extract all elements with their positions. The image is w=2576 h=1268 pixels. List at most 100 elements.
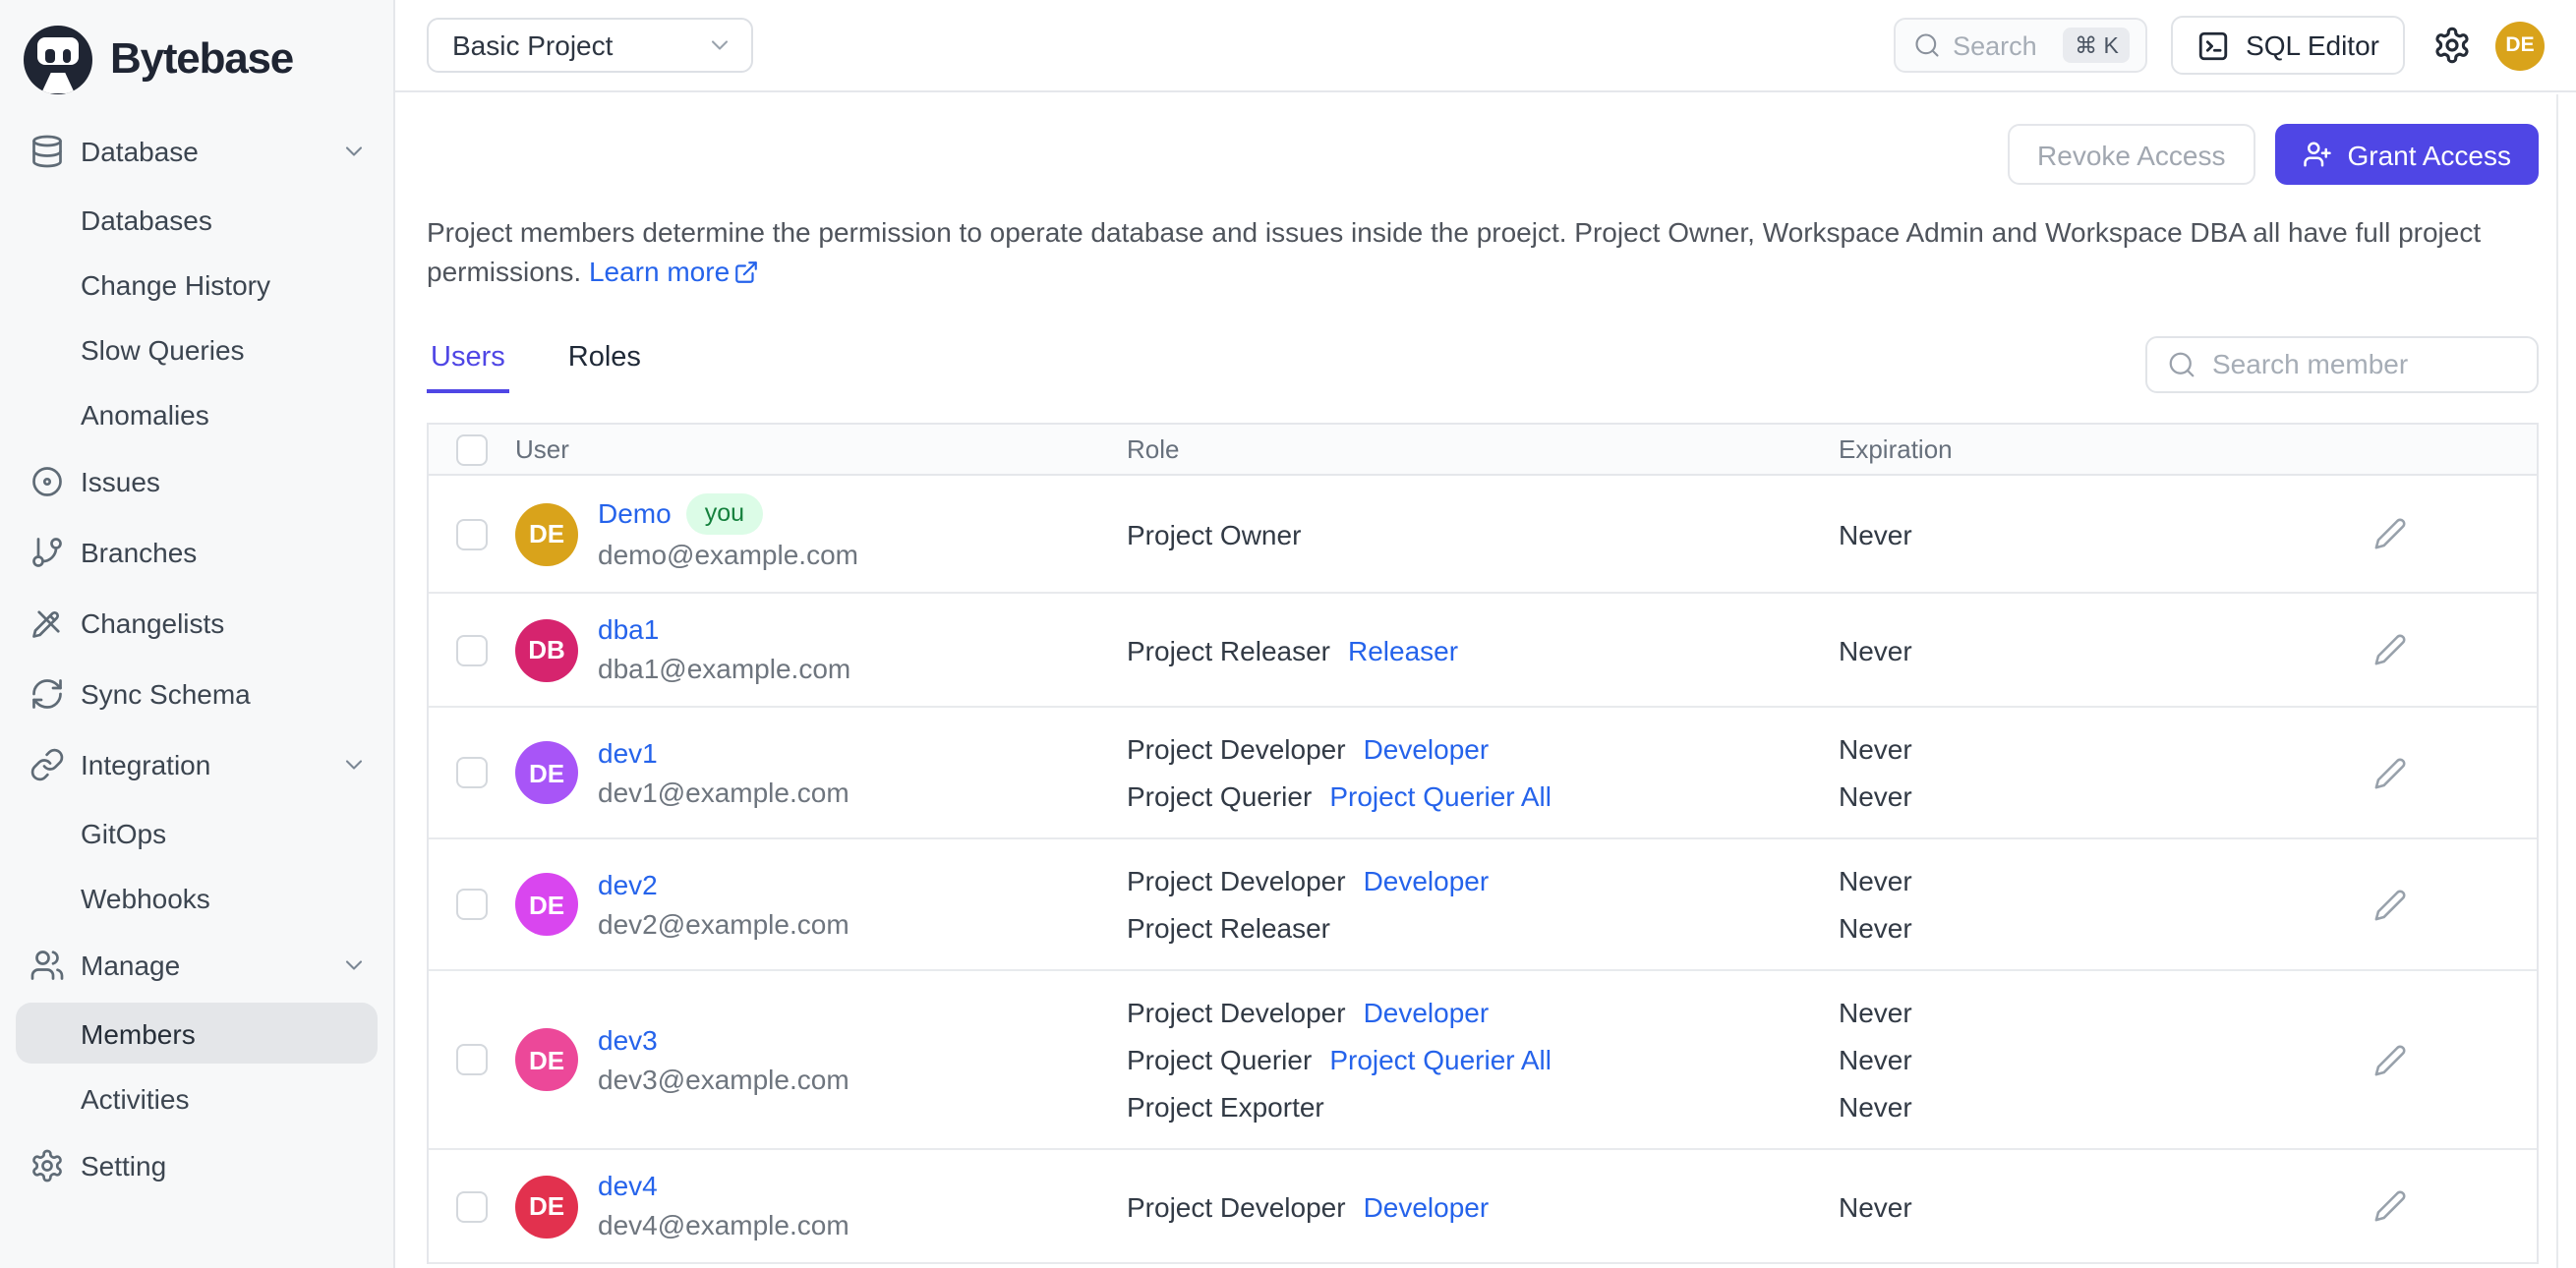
expiration-value: Never: [1839, 1044, 1912, 1075]
user-name-link[interactable]: dev4: [598, 1168, 658, 1205]
sidebar-item-changelists[interactable]: Changelists: [0, 590, 393, 657]
sidebar-item-slow-queries[interactable]: Slow Queries: [0, 318, 393, 379]
expiration-value: Never: [1839, 997, 1912, 1028]
role-cell: Project Releaser Releaser: [1127, 626, 1839, 673]
edit-pencil-icon[interactable]: [2373, 1189, 2407, 1223]
column-header-role: Role: [1127, 434, 1180, 464]
user-email: dev4@example.com: [598, 1209, 849, 1240]
sidebar-item-integration[interactable]: Integration: [0, 731, 393, 798]
sidebar-item-members[interactable]: Members: [16, 1003, 378, 1064]
role-line: Project Querier Project Querier All: [1127, 773, 1839, 820]
scrollbar-track[interactable]: [2556, 94, 2558, 1268]
role-binding-link[interactable]: Releaser: [1348, 634, 1458, 665]
user-name-link[interactable]: dba1: [598, 611, 659, 649]
sidebar-item-activities[interactable]: Activities: [0, 1067, 393, 1128]
user-plus-icon: [2302, 140, 2331, 169]
user-cell: DE dev2 dev2@example.com: [515, 866, 1127, 943]
learn-more-link[interactable]: Learn more: [589, 256, 759, 287]
revoke-access-button[interactable]: Revoke Access: [2008, 124, 2255, 185]
avatar: DE: [515, 741, 578, 804]
database-icon: [29, 134, 65, 169]
row-checkbox[interactable]: [456, 518, 488, 549]
sidebar-item-sync-schema[interactable]: Sync Schema: [0, 661, 393, 727]
role-name: Project Releaser: [1127, 634, 1330, 665]
sidebar-item-setting[interactable]: Setting: [0, 1132, 393, 1199]
sidebar-item-gitops[interactable]: GitOps: [0, 802, 393, 863]
user-name-row: dba1: [598, 611, 850, 649]
role-cell: Project Developer Developer Project Querie…: [1127, 989, 1839, 1130]
table-row: DE Demo you demo@example.com Project Owner Ne…: [429, 476, 2537, 594]
row-checkbox[interactable]: [456, 1044, 488, 1075]
sidebar-item-change-history[interactable]: Change History: [0, 254, 393, 315]
sidebar-item-branches[interactable]: Branches: [0, 519, 393, 586]
expiration-cell: Never Never: [1839, 857, 2350, 951]
role-binding-link[interactable]: Developer: [1364, 865, 1490, 896]
sidebar-item-label: Change History: [81, 268, 270, 300]
row-checkbox[interactable]: [456, 1190, 488, 1222]
member-search-input[interactable]: [2212, 348, 2517, 379]
edit-pencil-icon[interactable]: [2373, 888, 2407, 921]
brand-name: Bytebase: [110, 33, 294, 83]
row-checkbox[interactable]: [456, 757, 488, 788]
sidebar-item-label: Changelists: [81, 607, 225, 639]
edit-pencil-icon[interactable]: [2373, 756, 2407, 789]
row-checkbox[interactable]: [456, 634, 488, 665]
role-line: Project Developer Developer: [1127, 989, 1839, 1036]
settings-gear-icon[interactable]: [2432, 26, 2472, 65]
role-binding-link[interactable]: Developer: [1364, 997, 1490, 1028]
edit-pencil-icon[interactable]: [2373, 633, 2407, 666]
edit-cell: [2350, 633, 2537, 666]
tab-users[interactable]: Users: [427, 334, 509, 393]
role-binding-link[interactable]: Developer: [1364, 733, 1490, 765]
avatar: DE: [515, 1028, 578, 1091]
sql-editor-button[interactable]: SQL Editor: [2171, 16, 2405, 75]
search-shortcut-badge: ⌘ K: [2063, 28, 2131, 63]
user-name-link[interactable]: Demo: [598, 495, 672, 533]
users-icon: [29, 948, 65, 983]
sidebar-item-issues[interactable]: Issues: [0, 448, 393, 515]
row-checkbox[interactable]: [456, 889, 488, 920]
global-search[interactable]: ⌘ K: [1894, 18, 2148, 73]
sidebar-item-manage[interactable]: Manage: [0, 932, 393, 999]
sidebar-item-label: Anomalies: [81, 398, 209, 430]
role-binding-link[interactable]: Developer: [1364, 1190, 1490, 1222]
chevron-down-icon: [706, 31, 733, 59]
sidebar-item-databases[interactable]: Databases: [0, 189, 393, 250]
user-avatar[interactable]: DE: [2495, 21, 2545, 70]
role-binding-link[interactable]: Project Querier All: [1329, 780, 1551, 812]
table-row: DE dev2 dev2@example.com Project Developer D…: [429, 839, 2537, 971]
sidebar-item-database[interactable]: Database: [0, 118, 393, 185]
user-name-link[interactable]: dev3: [598, 1021, 658, 1059]
members-page: Revoke Access Grant Access Project membe…: [395, 92, 2576, 1268]
expiration-cell: Never: [1839, 626, 2350, 673]
grant-access-button[interactable]: Grant Access: [2274, 124, 2539, 185]
role-line: Project Developer Developer: [1127, 725, 1839, 773]
user-name-link[interactable]: dev1: [598, 734, 658, 772]
expiration-value: Never: [1839, 634, 1912, 665]
chevron-down-icon: [340, 951, 368, 979]
grant-access-label: Grant Access: [2347, 139, 2511, 170]
sidebar-item-label: Sync Schema: [81, 678, 251, 710]
role-line: Project Releaser: [1127, 904, 1839, 951]
edit-pencil-icon[interactable]: [2373, 517, 2407, 550]
role-line: Project Releaser Releaser: [1127, 626, 1839, 673]
sidebar-item-anomalies[interactable]: Anomalies: [0, 383, 393, 444]
role-cell: Project Owner: [1127, 510, 1839, 557]
user-cell: DE dev1 dev1@example.com: [515, 734, 1127, 811]
app-logo[interactable]: Bytebase: [0, 0, 393, 114]
select-all-checkbox[interactable]: [456, 433, 488, 465]
tab-roles[interactable]: Roles: [564, 334, 645, 393]
sidebar-item-label: Slow Queries: [81, 333, 245, 365]
member-search[interactable]: [2145, 335, 2539, 392]
sidebar-item-label: Integration: [81, 749, 211, 780]
global-search-input[interactable]: [1953, 30, 2052, 60]
user-info: dev4 dev4@example.com: [598, 1168, 849, 1244]
user-cell: DE dev3 dev3@example.com: [515, 1021, 1127, 1098]
user-name-link[interactable]: dev2: [598, 866, 658, 903]
sidebar-item-webhooks[interactable]: Webhooks: [0, 867, 393, 928]
sql-editor-label: SQL Editor: [2246, 29, 2379, 61]
edit-pencil-icon[interactable]: [2373, 1043, 2407, 1076]
row-select-cell: [429, 634, 515, 665]
project-selector[interactable]: Basic Project: [427, 18, 753, 73]
role-binding-link[interactable]: Project Querier All: [1329, 1044, 1551, 1075]
